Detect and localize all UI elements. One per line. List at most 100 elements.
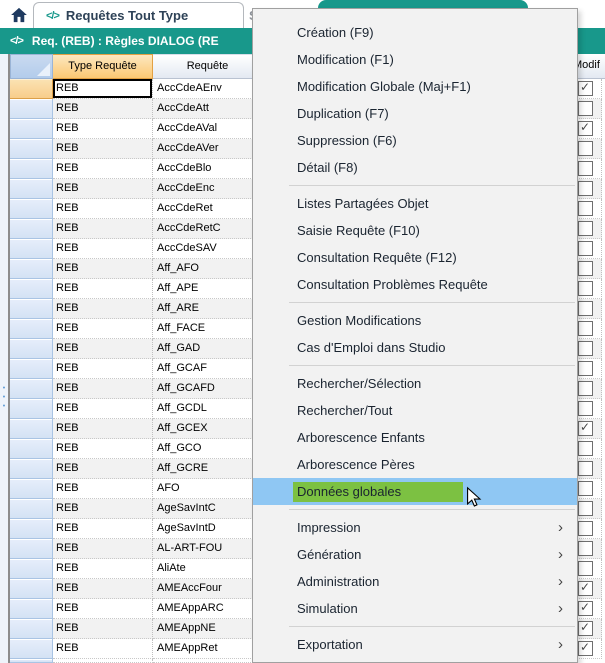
modif-checkbox[interactable] — [578, 101, 593, 116]
cell-type-requete[interactable]: REB — [53, 319, 153, 339]
modif-checkbox[interactable] — [578, 621, 593, 636]
row-header[interactable] — [10, 439, 53, 459]
menu-item-cas-d-emploi-dans-studio[interactable]: Cas d'Emploi dans Studio — [253, 334, 577, 361]
tab-requetes-tout-type[interactable]: </> Requêtes Tout Type — [33, 2, 244, 28]
row-header[interactable] — [10, 599, 53, 619]
menu-item-arborescence-peres[interactable]: Arborescence Pères — [253, 451, 577, 478]
cell-type-requete[interactable]: REB — [53, 459, 153, 479]
row-header[interactable] — [10, 319, 53, 339]
menu-item-administration[interactable]: Administration› — [253, 568, 577, 595]
menu-item-creation-f9[interactable]: Création (F9) — [253, 19, 577, 46]
row-header[interactable] — [10, 399, 53, 419]
cell-type-requete[interactable]: REB — [53, 339, 153, 359]
row-header[interactable] — [10, 499, 53, 519]
row-header[interactable] — [10, 459, 53, 479]
row-header[interactable] — [10, 239, 53, 259]
cell-requete[interactable]: AccCdeSAV — [153, 239, 263, 259]
cell-requete[interactable]: AgeSavIntD — [153, 519, 263, 539]
cell-type-requete[interactable]: REB — [53, 119, 153, 139]
menu-item-exportation[interactable]: Exportation› — [253, 631, 577, 658]
cell-requete[interactable]: AgeSavIntC — [153, 499, 263, 519]
modif-checkbox[interactable] — [578, 341, 593, 356]
row-header[interactable] — [10, 219, 53, 239]
modif-checkbox[interactable] — [578, 381, 593, 396]
cell-requete[interactable]: AMEAppARC — [153, 599, 263, 619]
menu-item-donnees-globales[interactable]: Données globales — [253, 478, 577, 505]
modif-checkbox[interactable] — [578, 201, 593, 216]
cell-type-requete[interactable]: REB — [53, 259, 153, 279]
cell-type-requete[interactable]: REB — [53, 519, 153, 539]
modif-checkbox[interactable] — [578, 601, 593, 616]
modif-checkbox[interactable] — [578, 301, 593, 316]
cell-type-requete[interactable]: REB — [53, 359, 153, 379]
cell-requete[interactable]: AccCdeEnc — [153, 179, 263, 199]
cell-requete[interactable]: Aff_GCEX — [153, 419, 263, 439]
menu-item-listes-partagees-objet[interactable]: Listes Partagées Objet — [253, 190, 577, 217]
row-header[interactable] — [10, 579, 53, 599]
row-header[interactable] — [10, 259, 53, 279]
cell-requete[interactable]: AL-ART-FOU — [153, 539, 263, 559]
cell-requete[interactable]: AccCdeAVal — [153, 119, 263, 139]
row-header[interactable] — [10, 419, 53, 439]
row-header[interactable] — [10, 279, 53, 299]
modif-checkbox[interactable] — [578, 581, 593, 596]
row-header[interactable] — [10, 179, 53, 199]
row-header[interactable] — [10, 159, 53, 179]
modif-checkbox[interactable] — [578, 501, 593, 516]
cell-requete[interactable]: Aff_GAD — [153, 339, 263, 359]
modif-checkbox[interactable] — [578, 221, 593, 236]
row-header[interactable] — [10, 639, 53, 659]
cell-type-requete[interactable]: REB — [53, 419, 153, 439]
row-header[interactable] — [10, 339, 53, 359]
modif-checkbox[interactable] — [578, 181, 593, 196]
modif-checkbox[interactable] — [578, 481, 593, 496]
row-header[interactable] — [10, 379, 53, 399]
menu-item-gestion-modifications[interactable]: Gestion Modifications — [253, 307, 577, 334]
cell-requete[interactable]: Aff_GCO — [153, 439, 263, 459]
cell-requete[interactable]: AliAte — [153, 559, 263, 579]
cell-type-requete[interactable]: REB — [53, 239, 153, 259]
menu-item-consultation-requete-f12[interactable]: Consultation Requête (F12) — [253, 244, 577, 271]
row-header[interactable] — [10, 299, 53, 319]
menu-item-consultation-problemes-requete[interactable]: Consultation Problèmes Requête — [253, 271, 577, 298]
modif-checkbox[interactable] — [578, 161, 593, 176]
row-header[interactable] — [10, 359, 53, 379]
cell-requete[interactable]: AccCdeAtt — [153, 99, 263, 119]
cell-type-requete[interactable]: REB — [53, 179, 153, 199]
cell-type-requete[interactable]: REB — [53, 619, 153, 639]
cell-requete[interactable]: AccCdeRet — [153, 199, 263, 219]
home-button[interactable] — [8, 4, 30, 26]
cell-requete[interactable]: Aff_ARE — [153, 299, 263, 319]
menu-item-arborescence-enfants[interactable]: Arborescence Enfants — [253, 424, 577, 451]
cell-requete[interactable]: Aff_GCDL — [153, 399, 263, 419]
menu-item-impression[interactable]: Impression› — [253, 514, 577, 541]
cell-requete[interactable]: AccCdeAVer — [153, 139, 263, 159]
modif-checkbox[interactable] — [578, 401, 593, 416]
row-header[interactable] — [10, 559, 53, 579]
menu-item-suppression-f6[interactable]: Suppression (F6) — [253, 127, 577, 154]
modif-checkbox[interactable] — [578, 281, 593, 296]
select-all-corner[interactable] — [10, 54, 53, 79]
cell-type-requete[interactable]: REB — [53, 99, 153, 119]
menu-item-duplication-f7[interactable]: Duplication (F7) — [253, 100, 577, 127]
cell-type-requete[interactable]: REB — [53, 559, 153, 579]
cell-type-requete[interactable]: REB — [53, 499, 153, 519]
cell-type-requete[interactable]: REB — [53, 219, 153, 239]
cell-type-requete[interactable]: REB — [53, 579, 153, 599]
row-header[interactable] — [10, 199, 53, 219]
cell-type-requete[interactable]: REB — [53, 299, 153, 319]
modif-checkbox[interactable] — [578, 441, 593, 456]
cell-type-requete[interactable]: REB — [53, 79, 153, 99]
cell-type-requete[interactable]: REB — [53, 479, 153, 499]
menu-item-modification-f1[interactable]: Modification (F1) — [253, 46, 577, 73]
cell-type-requete[interactable]: REB — [53, 279, 153, 299]
modif-checkbox[interactable] — [578, 261, 593, 276]
menu-item-generation[interactable]: Génération› — [253, 541, 577, 568]
cell-type-requete[interactable]: REB — [53, 379, 153, 399]
row-header[interactable] — [10, 479, 53, 499]
modif-checkbox[interactable] — [578, 421, 593, 436]
cell-requete[interactable]: AccCdeRetC — [153, 219, 263, 239]
menu-item-modification-globale-maj-f1[interactable]: Modification Globale (Maj+F1) — [253, 73, 577, 100]
modif-checkbox[interactable] — [578, 121, 593, 136]
modif-checkbox[interactable] — [578, 241, 593, 256]
